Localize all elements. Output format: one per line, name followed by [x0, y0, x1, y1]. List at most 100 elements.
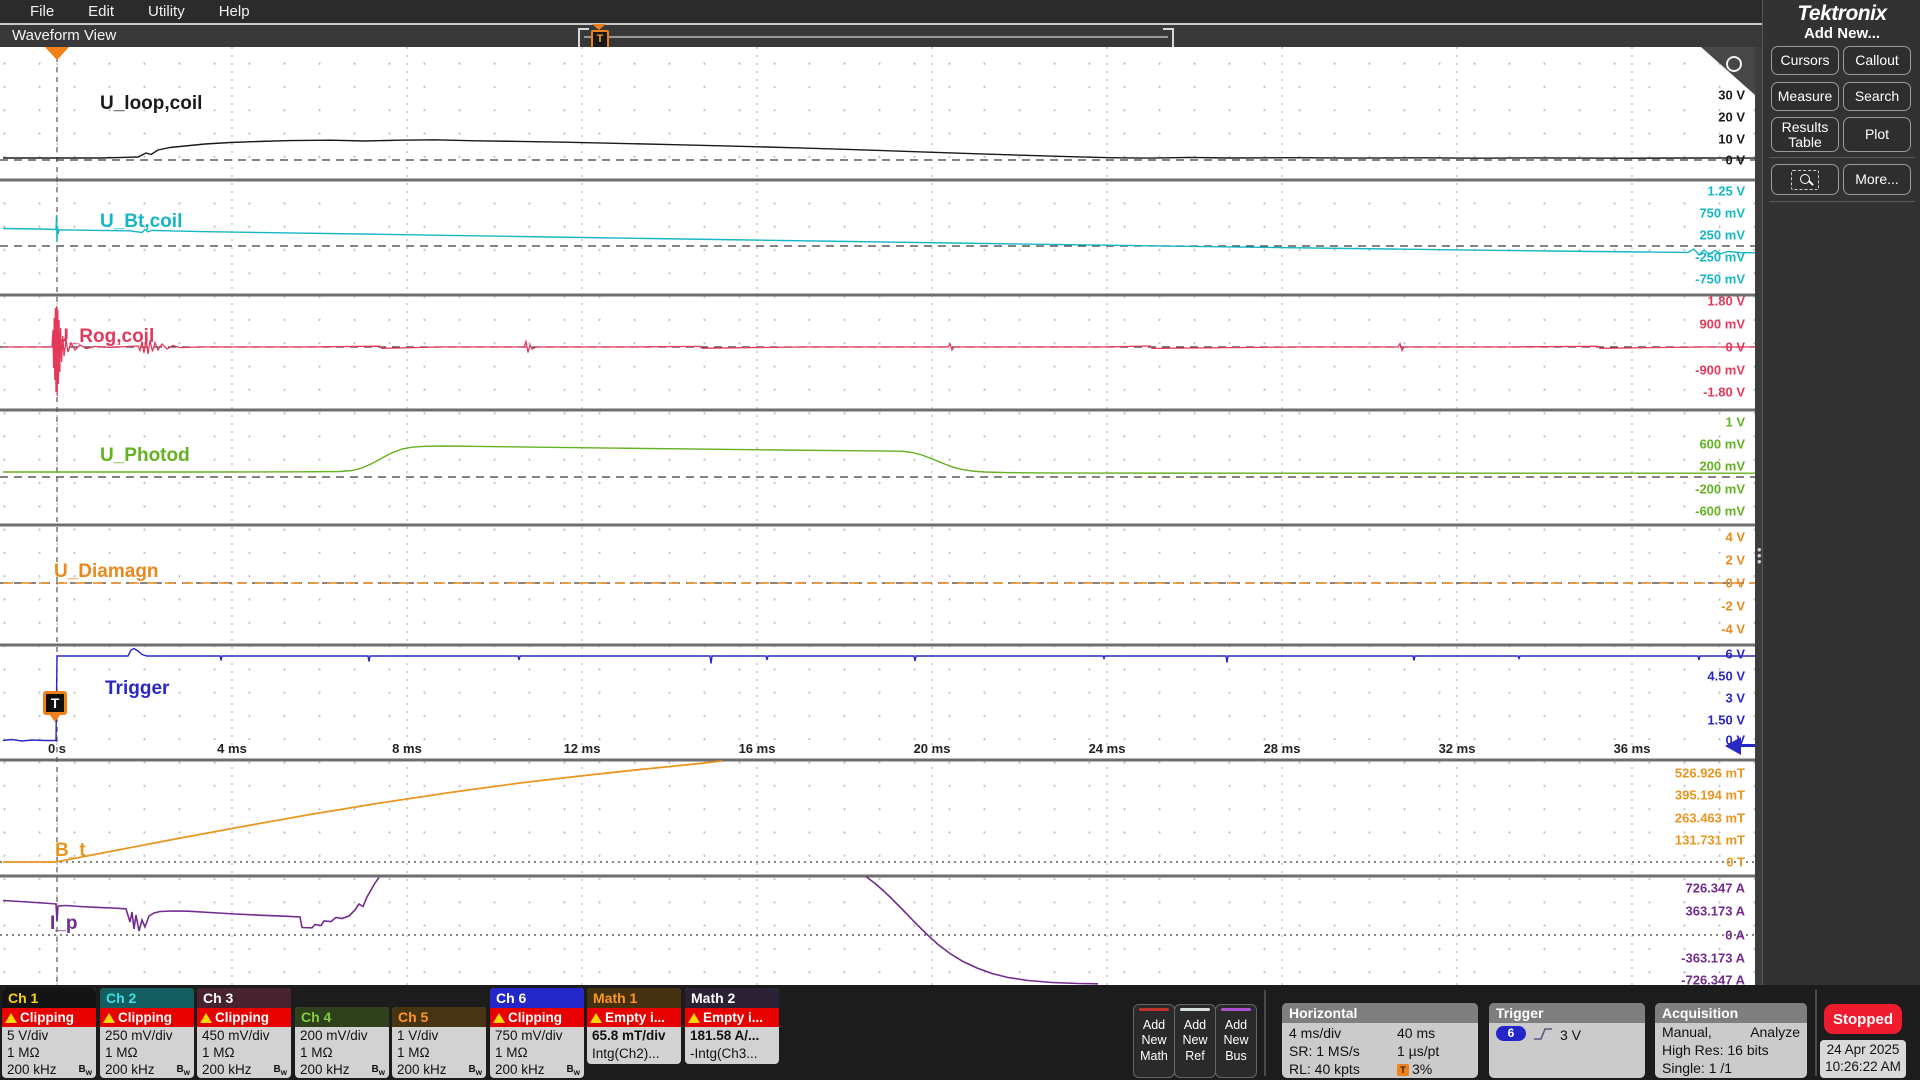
- channel-name-label: Trigger: [105, 678, 170, 699]
- channel-settings-ch5[interactable]: Ch 51 V/div 1 MΩ 200 kHz Bw: [392, 1007, 486, 1078]
- channel-name-label: U_Photod: [100, 445, 190, 466]
- trace-m1: [3, 760, 723, 863]
- axis-label: 4 V: [1725, 529, 1745, 545]
- search-button[interactable]: Search: [1843, 82, 1911, 111]
- channel-setting-row: 1 MΩ: [495, 1045, 528, 1060]
- channel-name-label: I_p: [50, 913, 78, 934]
- view-title: Waveform View: [12, 27, 117, 44]
- channel-settings-ch2[interactable]: Ch 2 Clipping 250 mV/div 1 MΩ 200 kHz Bw: [100, 988, 194, 1078]
- trace-m2: [2, 875, 1099, 985]
- acquisition-panel-title: Acquisition: [1655, 1003, 1807, 1023]
- trace-c2: [2, 214, 1755, 257]
- trigger-panel-title: Trigger: [1489, 1003, 1645, 1023]
- trace-c3: [3, 305, 1755, 397]
- time-axis-label: 4 ms: [217, 741, 247, 756]
- trigger-marker[interactable]: T: [43, 691, 67, 722]
- channel-setting-row: 1 MΩ: [300, 1045, 333, 1060]
- zoom-select-icon: [1791, 169, 1819, 190]
- axis-label: 1.80 V: [1707, 293, 1745, 309]
- channel-header: Math 1: [587, 988, 681, 1008]
- horizontal-value-right: 1 µs/pt: [1397, 1043, 1440, 1059]
- overview-left-bracket[interactable]: [578, 28, 589, 49]
- channel-settings-ch4[interactable]: Ch 4 200 mV/div 1 MΩ 200 kHz Bw: [295, 1007, 389, 1078]
- bandwidth-limit-icon: Bw: [273, 1064, 287, 1077]
- rising-edge-icon: [1534, 1028, 1552, 1040]
- menu-item-utility[interactable]: Utility: [144, 3, 189, 20]
- trigger-level-line-icon: [1739, 744, 1755, 747]
- add-new-ref-button[interactable]: Add New Ref: [1174, 1004, 1216, 1078]
- menu-item-file[interactable]: File: [26, 3, 58, 20]
- axis-label: -200 mV: [1695, 481, 1745, 497]
- run-stop-button[interactable]: Stopped: [1824, 1004, 1902, 1034]
- acquisition-panel[interactable]: Acquisition Manual, Analyze High Res: 16…: [1655, 1003, 1807, 1078]
- warning-icon: [493, 1012, 505, 1023]
- zoom-select-button[interactable]: [1771, 164, 1839, 195]
- channel-setting-row: 200 kHz Bw: [490, 1061, 584, 1078]
- time-label: 10:26:22 AM: [1825, 1059, 1901, 1074]
- menu-item-help[interactable]: Help: [215, 3, 254, 20]
- trigger-t-icon: T: [43, 691, 67, 715]
- add-new-bus-button[interactable]: Add New Bus: [1215, 1004, 1257, 1078]
- right-panel-separator: [1769, 157, 1915, 158]
- axis-label: 1.50 V: [1707, 712, 1745, 728]
- warning-text: Empty i...: [703, 1010, 764, 1025]
- axis-label: -2 V: [1721, 598, 1745, 614]
- axis-label: -4 V: [1721, 621, 1745, 637]
- overview-right-bracket[interactable]: [1163, 28, 1174, 49]
- waveform-plot[interactable]: T 30 V 20 V 10 V0 V U_loop,coil C 1 20 V 1.25 …: [0, 47, 1755, 988]
- channel-setting-row: 200 kHz Bw: [295, 1061, 389, 1078]
- channel-settings-math1[interactable]: Math 1 Empty i... 65.8 mT/div Intg(Ch2)...: [587, 988, 681, 1064]
- measure-button[interactable]: Measure: [1771, 82, 1839, 111]
- horizontal-row: SR: 1 MS/s 1 µs/pt: [1282, 1042, 1478, 1060]
- channel-name-label: B_t: [55, 840, 86, 861]
- clipping-warning: Clipping: [2, 1008, 96, 1027]
- trigger-position-icon: T: [1397, 1064, 1409, 1076]
- callout-button[interactable]: Callout: [1843, 46, 1911, 75]
- channel-settings-math2[interactable]: Math 2 Empty i... 181.58 A/... -Intg(Ch3...: [685, 988, 779, 1064]
- horizontal-row: RL: 40 kpts T 3%: [1282, 1060, 1478, 1078]
- axis-label: 0 V: [1725, 339, 1745, 355]
- tektronix-logo: Tektronix: [1797, 2, 1887, 25]
- date-label: 24 Apr 2025: [1826, 1042, 1900, 1058]
- bandwidth-limit-icon: Bw: [176, 1064, 190, 1077]
- axis-label: 726.347 A: [1685, 880, 1745, 896]
- bandwidth-limit-icon: Bw: [566, 1064, 580, 1077]
- channel-name-label: U_loop,coil: [100, 93, 203, 114]
- time-axis-label: 32 ms: [1438, 741, 1476, 756]
- plot-button[interactable]: Plot: [1843, 117, 1911, 152]
- channel-setting-row: 750 mV/div: [495, 1028, 563, 1043]
- waveform-canvas[interactable]: [0, 47, 1755, 985]
- channel-setting-row: -Intg(Ch3...: [690, 1046, 758, 1061]
- clipping-warning: Clipping: [100, 1008, 194, 1027]
- warning-icon: [200, 1012, 212, 1023]
- axis-label: 363.173 A: [1685, 903, 1745, 919]
- add-new-math-button[interactable]: Add New Math: [1133, 1004, 1175, 1078]
- channel-settings-ch3[interactable]: Ch 3 Clipping 450 mV/div 1 MΩ 200 kHz Bw: [197, 988, 291, 1078]
- axis-label: 250 mV: [1699, 227, 1745, 243]
- results-table-button[interactable]: Results Table: [1771, 117, 1839, 152]
- axis-label: -363.173 A: [1681, 950, 1745, 966]
- warning-icon: [103, 1012, 115, 1023]
- channel-settings-ch6[interactable]: Ch 6 Clipping 750 mV/div 1 MΩ 200 kHz Bw: [490, 988, 584, 1078]
- button-stripe: [1221, 1008, 1251, 1011]
- channel-settings-ch1[interactable]: Ch 1 Clipping 5 V/div 1 MΩ 200 kHz Bw: [2, 988, 96, 1078]
- more-button[interactable]: More...: [1843, 164, 1911, 195]
- horizontal-value-left: 4 ms/div: [1289, 1025, 1342, 1041]
- trigger-panel[interactable]: Trigger 6 3 V: [1489, 1003, 1645, 1078]
- splitter-handle-icon: • • •: [1757, 542, 1762, 569]
- horizontal-overview-bar[interactable]: T: [578, 24, 1174, 49]
- cursors-button[interactable]: Cursors: [1771, 46, 1839, 75]
- time-axis-label: 20 ms: [913, 741, 951, 756]
- bandwidth-limit-icon: Bw: [371, 1064, 385, 1077]
- channel-name-label: U_Bt,coil: [100, 211, 183, 232]
- axis-label: 200 mV: [1699, 458, 1745, 474]
- horizontal-panel[interactable]: Horizontal 4 ms/div 40 ms SR: 1 MS/s 1 µs/p…: [1282, 1003, 1478, 1078]
- trigger-position-caret-icon[interactable]: [45, 47, 69, 60]
- horizontal-value-right: T 3%: [1397, 1060, 1432, 1078]
- channel-setting-row: 1 V/div: [397, 1028, 439, 1043]
- trace-c1: [3, 139, 1755, 159]
- time-axis-label: 16 ms: [738, 741, 776, 756]
- menu-item-edit[interactable]: Edit: [84, 3, 118, 20]
- warning-text: Empty i...: [605, 1010, 666, 1025]
- axis-label: -1.80 V: [1703, 384, 1745, 400]
